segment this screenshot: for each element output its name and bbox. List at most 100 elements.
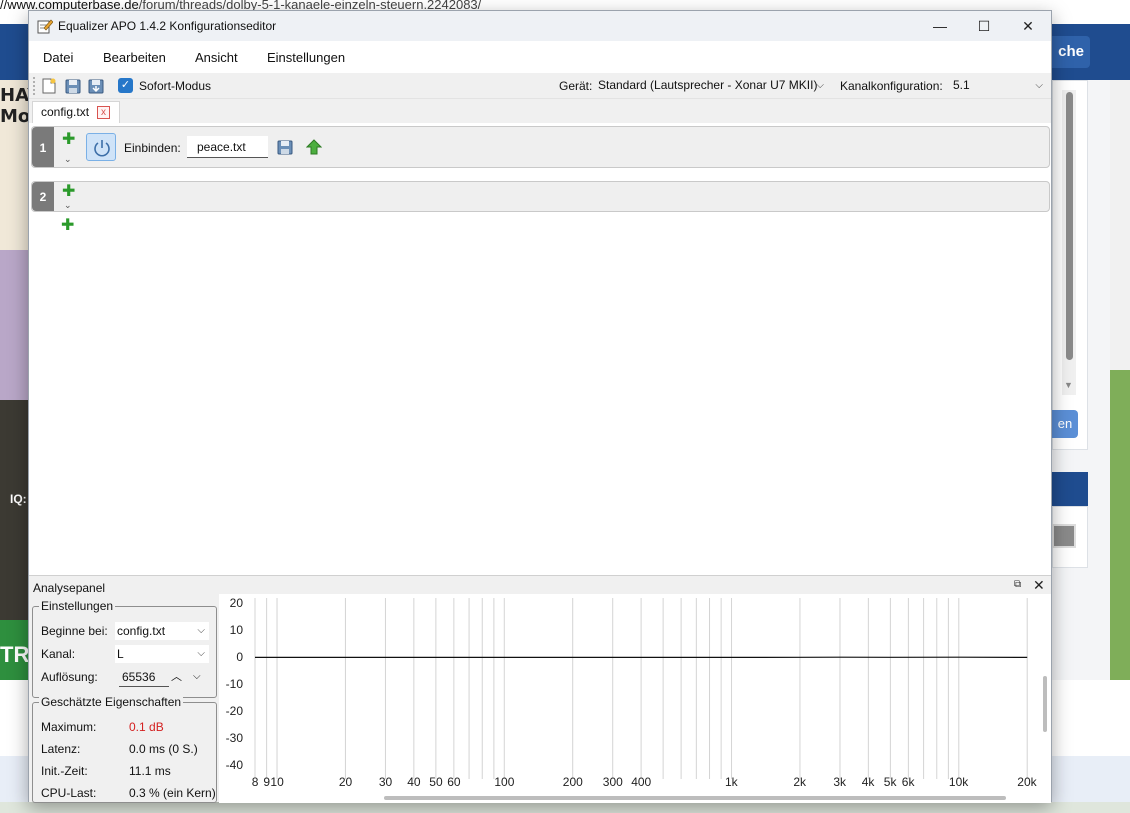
geraet-select[interactable]: Standard (Lautsprecher - Xonar U7 MKII) … bbox=[596, 76, 828, 96]
chevron-down-icon: ⌵ bbox=[197, 625, 205, 636]
tab-label: config.txt bbox=[41, 105, 90, 119]
kanal-select[interactable]: L ⌵ bbox=[115, 645, 209, 663]
add-row-icon[interactable]: ✚ bbox=[61, 218, 74, 234]
forum-right-scroll-thumb[interactable] bbox=[1066, 92, 1073, 360]
x-tick-label: 200 bbox=[562, 775, 583, 789]
analysis-panel-title: Analysepanel bbox=[33, 581, 106, 595]
x-tick-label: 20k bbox=[1017, 775, 1037, 789]
init-zeit-label: Init.-Zeit: bbox=[41, 764, 88, 778]
x-tick-label: 400 bbox=[631, 775, 652, 789]
filter-row-2: 2 ✚ ⌄ bbox=[31, 181, 1050, 212]
x-tick-label: 4k bbox=[861, 775, 875, 789]
settings-group: Einstellungen Beginne bei: config.txt ⌵ … bbox=[32, 599, 217, 698]
x-tick-label: 2k bbox=[793, 775, 807, 789]
sofort-modus-checkbox[interactable]: ✓ bbox=[118, 78, 133, 93]
add-icon[interactable]: ✚ bbox=[62, 132, 75, 148]
title-bar[interactable]: Equalizer APO 1.4.2 Konfigurationseditor… bbox=[29, 11, 1051, 41]
graph-horizontal-scrollbar[interactable] bbox=[384, 796, 1006, 800]
close-panel-icon[interactable]: ✕ bbox=[1033, 577, 1045, 594]
forum-ad-left-art bbox=[0, 250, 30, 400]
forum-ad-iq-text: IQ: bbox=[10, 492, 27, 506]
add-icon[interactable]: ✚ bbox=[62, 184, 75, 200]
close-tab-icon[interactable]: x bbox=[97, 106, 110, 119]
properties-group: Geschätzte Eigenschaften Maximum: 0.1 dB… bbox=[32, 695, 217, 803]
analysis-panel: Analysepanel ⧉ ✕ Einstellungen Beginne b… bbox=[29, 575, 1051, 803]
expand-icon[interactable]: ⌄ bbox=[64, 155, 72, 164]
geraet-label: Gerät: bbox=[559, 79, 593, 93]
graph-vertical-scrollbar[interactable] bbox=[1043, 676, 1047, 732]
window-title: Equalizer APO 1.4.2 Konfigurationseditor bbox=[58, 19, 277, 33]
einbinden-file-field[interactable]: peace.txt bbox=[187, 136, 268, 158]
forum-ad-right-sky bbox=[1110, 80, 1130, 370]
expand-icon[interactable]: ⌄ bbox=[64, 201, 72, 210]
menu-einstellungen[interactable]: Einstellungen bbox=[267, 50, 345, 65]
forum-right-header bbox=[1052, 472, 1088, 506]
minimize-button[interactable]: — bbox=[917, 11, 963, 41]
settings-group-title: Einstellungen bbox=[39, 599, 116, 613]
close-window-button[interactable]: ✕ bbox=[1005, 11, 1051, 41]
aufloesung-value[interactable]: 65536 bbox=[119, 668, 169, 687]
undock-icon[interactable]: ⧉ bbox=[1014, 579, 1026, 591]
x-tick-label: 5k bbox=[883, 775, 897, 789]
einbinden-label: Einbinden: bbox=[124, 141, 181, 155]
beginne-select[interactable]: config.txt ⌵ bbox=[115, 622, 209, 640]
y-tick-label: -40 bbox=[225, 758, 243, 773]
toolbar-grip[interactable] bbox=[33, 77, 36, 95]
beginne-value: config.txt bbox=[117, 624, 166, 638]
scroll-down-icon[interactable]: ▼ bbox=[1064, 380, 1073, 390]
chevron-down-icon[interactable]: ⌵ bbox=[193, 668, 201, 686]
open-include-icon[interactable] bbox=[306, 139, 322, 155]
tab-config-txt[interactable]: config.txt x bbox=[32, 101, 120, 123]
forum-right-button[interactable]: en bbox=[1052, 410, 1078, 438]
x-tick-label: 100 bbox=[494, 775, 515, 789]
config-editor: 1 ✚ ⌄ Einbinden: peace.txt 2 ✚ ⌄ ✚ bbox=[29, 123, 1051, 575]
save-as-icon[interactable] bbox=[87, 77, 105, 95]
spin-up-icon[interactable]: ︿ bbox=[171, 668, 182, 686]
toolbar: ✓ Sofort-Modus Gerät: Standard (Lautspre… bbox=[29, 73, 1051, 99]
y-tick-label: -20 bbox=[225, 704, 243, 719]
row-number[interactable]: 2 bbox=[32, 182, 54, 211]
x-tick-label: 30 bbox=[378, 775, 393, 789]
x-tick-label: 1k bbox=[724, 775, 738, 789]
graph-canvas bbox=[219, 594, 1051, 803]
kanal-label: Kanal: bbox=[41, 647, 76, 661]
sofort-modus-label[interactable]: Sofort-Modus bbox=[139, 79, 211, 93]
tab-bar: config.txt x bbox=[29, 99, 1051, 123]
maximum-value: 0.1 dB bbox=[129, 720, 164, 734]
kanal-value: L bbox=[117, 647, 124, 661]
equalizer-apo-window: Equalizer APO 1.4.2 Konfigurationseditor… bbox=[28, 10, 1052, 803]
menu-bearbeiten[interactable]: Bearbeiten bbox=[103, 50, 166, 65]
forum-ad-tr-text: TR bbox=[0, 642, 30, 667]
row-number[interactable]: 1 bbox=[32, 127, 54, 167]
menu-ansicht[interactable]: Ansicht bbox=[195, 50, 238, 65]
menu-datei[interactable]: Datei bbox=[43, 50, 73, 65]
chevron-down-icon: ⌵ bbox=[1035, 80, 1043, 91]
graph-background bbox=[219, 594, 1051, 803]
open-file-icon[interactable] bbox=[64, 77, 82, 95]
menu-bar: Datei Bearbeiten Ansicht Einstellungen bbox=[29, 41, 1051, 73]
properties-group-title: Geschätzte Eigenschaften bbox=[39, 695, 184, 709]
y-tick-label: 20 bbox=[229, 596, 243, 611]
kanalkonfiguration-select[interactable]: 5.1 ⌵ bbox=[951, 76, 1047, 96]
new-file-icon[interactable] bbox=[40, 77, 58, 95]
frequency-response-graph[interactable]: 20 10 0 -10 -20 -30 -40 8 9 10 20 30 40 50 60 100 200 300… bbox=[219, 594, 1051, 803]
cpu-last-value: 0.3 % (ein Kern) bbox=[129, 786, 216, 800]
browse-file-icon[interactable] bbox=[277, 139, 293, 155]
maximize-button[interactable]: ☐ bbox=[961, 11, 1007, 41]
y-tick-label: 10 bbox=[229, 623, 243, 638]
latenz-value: 0.0 ms (0 S.) bbox=[129, 742, 198, 756]
filter-row-1: 1 ✚ ⌄ Einbinden: peace.txt bbox=[31, 126, 1050, 168]
x-tick-label: 20 bbox=[338, 775, 353, 789]
maximum-label: Maximum: bbox=[41, 720, 97, 734]
x-tick-label: 40 bbox=[407, 775, 421, 789]
x-tick-label: 8 bbox=[251, 775, 259, 789]
init-zeit-value: 11.1 ms bbox=[129, 764, 171, 778]
avatar[interactable] bbox=[1052, 524, 1076, 548]
x-tick-label: 3k bbox=[833, 775, 847, 789]
x-tick-label: 10 bbox=[270, 775, 284, 789]
aufloesung-spinbox[interactable]: 65536 ︿ ⌵ bbox=[117, 668, 209, 687]
power-toggle-button[interactable] bbox=[86, 133, 116, 161]
kanalkonfiguration-value: 5.1 bbox=[953, 78, 970, 92]
y-tick-label: -10 bbox=[225, 677, 243, 692]
x-tick-label: 50 bbox=[429, 775, 443, 789]
